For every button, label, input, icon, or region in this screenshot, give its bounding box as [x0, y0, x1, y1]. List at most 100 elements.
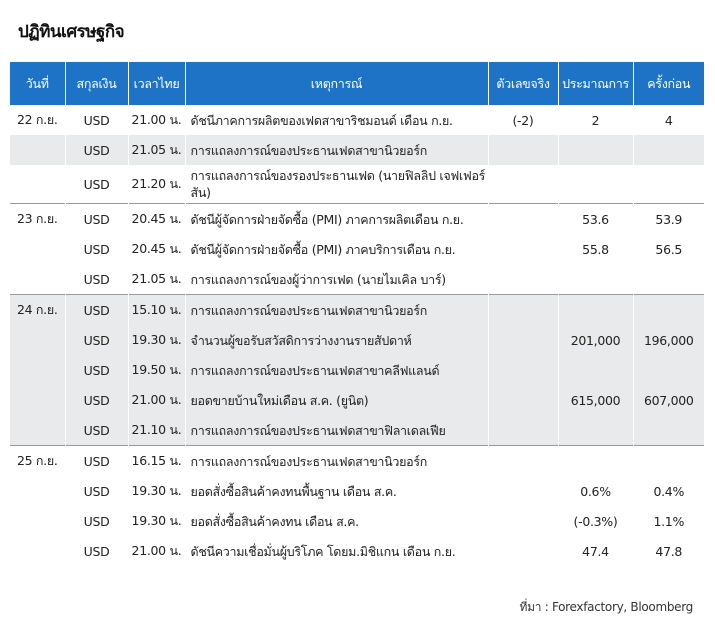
previous-cell: 607,000 [633, 385, 704, 415]
previous-cell [633, 165, 704, 204]
time-cell: 19.30 น. [128, 325, 186, 355]
page-title: ปฏิทินเศรษฐกิจ [18, 22, 125, 42]
event-cell: จำนวนผู้ขอรับสวัสดิการว่างงานรายสัปดาห์ [185, 325, 489, 355]
actual-cell [488, 135, 559, 165]
currency-cell: USD [65, 385, 129, 415]
currency-cell: USD [65, 264, 129, 295]
actual-cell [488, 165, 559, 204]
currency-cell: USD [65, 415, 129, 446]
table-header-row: วันที่ สกุลเงิน เวลาไทย เหตุการณ์ ตัวเลข… [10, 62, 704, 105]
date-cell: 24 ก.ย. [10, 294, 66, 325]
event-cell: การแถลงการณ์ของรองประธานเฟด (นายฟิลลิป เ… [185, 165, 489, 204]
previous-cell: 1.1% [633, 506, 704, 536]
table-row: 22 ก.ย. USD 21.00 น. ดัชนีภาคการผลิตของเ… [10, 105, 704, 135]
time-cell: 21.05 น. [128, 135, 186, 165]
previous-cell: 0.4% [633, 476, 704, 506]
currency-cell: USD [65, 506, 129, 536]
time-cell: 21.00 น. [128, 105, 186, 135]
date-cell [10, 476, 66, 506]
previous-cell [633, 264, 704, 295]
actual-cell [488, 264, 559, 295]
column-header-actual: ตัวเลขจริง [488, 62, 559, 105]
previous-cell: 196,000 [633, 325, 704, 355]
forecast-cell [558, 415, 634, 446]
column-header-event: เหตุการณ์ [185, 62, 489, 105]
date-cell [10, 234, 66, 264]
event-cell: การแถลงการณ์ของประธานเฟดสาขาคลีฟแลนด์ [185, 355, 489, 385]
column-header-date: วันที่ [10, 62, 66, 105]
currency-cell: USD [65, 165, 129, 204]
currency-cell: USD [65, 294, 129, 325]
date-cell [10, 264, 66, 295]
time-cell: 21.10 น. [128, 415, 186, 446]
actual-cell [488, 385, 559, 415]
actual-cell [488, 476, 559, 506]
currency-cell: USD [65, 445, 129, 476]
currency-cell: USD [65, 355, 129, 385]
date-cell [10, 135, 66, 165]
forecast-cell [558, 355, 634, 385]
date-cell [10, 506, 66, 536]
time-cell: 21.05 น. [128, 264, 186, 295]
event-cell: ยอดสั่งซื้อสินค้าคงทนพื้นฐาน เดือน ส.ค. [185, 476, 489, 506]
forecast-cell [558, 264, 634, 295]
date-cell: 25 ก.ย. [10, 445, 66, 476]
event-cell: การแถลงการณ์ของประธานเฟดสาขานิวยอร์ก [185, 135, 489, 165]
actual-cell: (-2) [488, 105, 559, 135]
event-cell: ดัชนีผู้จัดการฝ่ายจัดซื้อ (PMI) ภาคการผล… [185, 203, 489, 234]
date-cell [10, 536, 66, 566]
table-row: USD 21.05 น. การแถลงการณ์ของประธานเฟดสาข… [10, 135, 704, 165]
table-row: USD 19.30 น. จำนวนผู้ขอรับสวัสดิการว่างง… [10, 325, 704, 355]
forecast-cell [558, 135, 634, 165]
date-cell [10, 355, 66, 385]
event-cell: ดัชนีผู้จัดการฝ่ายจัดซื้อ (PMI) ภาคบริกา… [185, 234, 489, 264]
forecast-cell: 201,000 [558, 325, 634, 355]
date-cell [10, 165, 66, 204]
previous-cell: 47.8 [633, 536, 704, 566]
actual-cell [488, 415, 559, 446]
actual-cell [488, 325, 559, 355]
table-row: USD 19.30 น. ยอดสั่งซื้อสินค้าคงทนพื้นฐา… [10, 476, 704, 506]
source-note: ที่มา : Forexfactory, Bloomberg [519, 600, 694, 614]
forecast-cell: 615,000 [558, 385, 634, 415]
table-row: USD 19.50 น. การแถลงการณ์ของประธานเฟดสาข… [10, 355, 704, 385]
date-cell [10, 415, 66, 446]
previous-cell [633, 445, 704, 476]
time-cell: 20.45 น. [128, 234, 186, 264]
time-cell: 21.00 น. [128, 536, 186, 566]
column-header-currency: สกุลเงิน [65, 62, 129, 105]
actual-cell [488, 203, 559, 234]
forecast-cell: 2 [558, 105, 634, 135]
table-row: USD 21.10 น. การแถลงการณ์ของประธานเฟดสาข… [10, 415, 704, 446]
event-cell: การแถลงการณ์ของประธานเฟดสาขานิวยอร์ก [185, 445, 489, 476]
currency-cell: USD [65, 203, 129, 234]
forecast-cell: 0.6% [558, 476, 634, 506]
event-cell: การแถลงการณ์ของผู้ว่าการเฟด (นายไมเคิล บ… [185, 264, 489, 295]
forecast-cell: 55.8 [558, 234, 634, 264]
previous-cell [633, 355, 704, 385]
table-row: USD 19.30 น. ยอดสั่งซื้อสินค้าคงทน เดือน… [10, 506, 704, 536]
event-cell: ดัชนีความเชื่อมั่นผู้บริโภค โดยม.มิชิแกน… [185, 536, 489, 566]
time-cell: 16.15 น. [128, 445, 186, 476]
previous-cell: 56.5 [633, 234, 704, 264]
table-row: USD 21.00 น. ดัชนีความเชื่อมั่นผู้บริโภค… [10, 536, 704, 566]
date-cell [10, 325, 66, 355]
forecast-cell: (-0.3%) [558, 506, 634, 536]
table-row: USD 21.05 น. การแถลงการณ์ของผู้ว่าการเฟด… [10, 264, 704, 295]
time-cell: 19.30 น. [128, 506, 186, 536]
table-row: USD 20.45 น. ดัชนีผู้จัดการฝ่ายจัดซื้อ (… [10, 234, 704, 264]
forecast-cell: 47.4 [558, 536, 634, 566]
time-cell: 21.00 น. [128, 385, 186, 415]
previous-cell [633, 294, 704, 325]
actual-cell [488, 355, 559, 385]
event-cell: การแถลงการณ์ของประธานเฟดสาขานิวยอร์ก [185, 294, 489, 325]
previous-cell: 4 [633, 105, 704, 135]
column-header-forecast: ประมาณการ [558, 62, 634, 105]
actual-cell [488, 294, 559, 325]
previous-cell [633, 415, 704, 446]
event-cell: ยอดสั่งซื้อสินค้าคงทน เดือน ส.ค. [185, 506, 489, 536]
table-row: 25 ก.ย. USD 16.15 น. การแถลงการณ์ของประธ… [10, 445, 704, 476]
column-header-time: เวลาไทย [128, 62, 186, 105]
forecast-cell [558, 294, 634, 325]
currency-cell: USD [65, 536, 129, 566]
